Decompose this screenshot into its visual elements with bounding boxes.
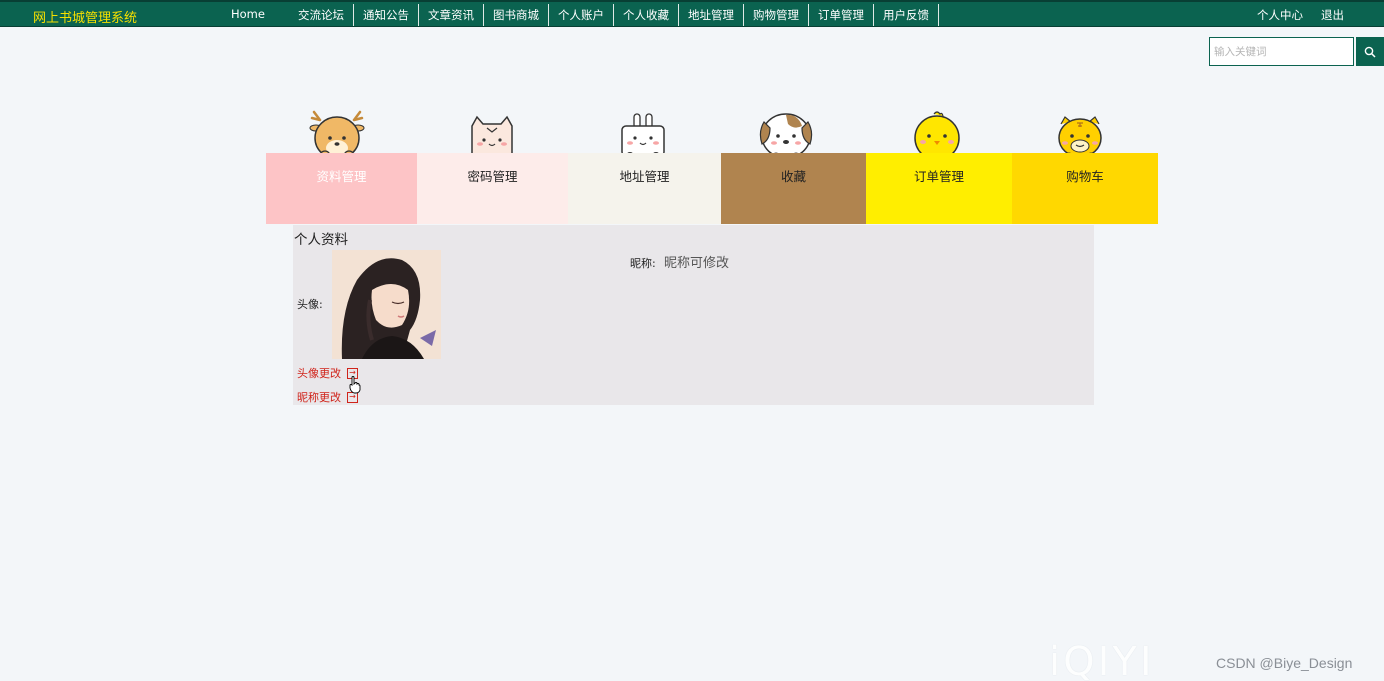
nav-account[interactable]: 个人账户 — [549, 4, 614, 26]
tile-favorites-label: 收藏 — [780, 169, 806, 184]
tile-favorites[interactable]: 收藏 — [721, 153, 866, 224]
nickname-label: 昵称: — [630, 257, 656, 270]
tile-orders[interactable]: 订单管理 — [866, 153, 1012, 224]
change-nickname-label: 昵称更改 — [297, 391, 341, 404]
avatar-portrait — [332, 250, 441, 359]
tile-password[interactable]: 密码管理 — [417, 153, 568, 224]
logout-link[interactable]: 退出 — [1321, 7, 1344, 23]
tile-profile-label: 资料管理 — [316, 169, 367, 184]
search-button[interactable] — [1356, 37, 1384, 66]
nav-favorites[interactable]: 个人收藏 — [614, 4, 679, 26]
user-center-link[interactable]: 个人中心 — [1257, 7, 1303, 23]
top-navbar: 网上书城管理系统 Home 交流论坛 通知公告 文章资讯 图书商城 个人账户 个… — [0, 0, 1384, 27]
tile-password-label: 密码管理 — [467, 169, 518, 184]
tile-orders-label: 订单管理 — [913, 169, 964, 184]
search-icon — [1364, 46, 1376, 58]
nav-forum[interactable]: 交流论坛 — [289, 4, 354, 26]
site-brand[interactable]: 网上书城管理系统 — [33, 7, 137, 26]
nav-feedback[interactable]: 用户反馈 — [874, 4, 939, 26]
tile-cart-label: 购物车 — [1066, 169, 1104, 184]
nav-orders[interactable]: 订单管理 — [809, 4, 874, 26]
hand-cursor-icon — [349, 376, 361, 394]
nav-home[interactable]: Home — [222, 4, 289, 26]
feature-tiles: 资料管理 密码管理 地址管理 收藏 订单管理 购物车 — [266, 153, 1158, 224]
nav-shopping[interactable]: 购物管理 — [744, 4, 809, 26]
change-avatar-label: 头像更改 — [297, 367, 341, 380]
panel-title: 个人资料 — [294, 232, 348, 248]
nav-notice[interactable]: 通知公告 — [354, 4, 419, 26]
main-nav: Home 交流论坛 通知公告 文章资讯 图书商城 个人账户 个人收藏 地址管理 … — [222, 4, 939, 26]
iqiyi-watermark: iQIYI — [1049, 639, 1155, 681]
nav-book-store[interactable]: 图书商城 — [484, 4, 549, 26]
csdn-watermark: CSDN @Biye_Design — [1216, 655, 1353, 671]
nav-articles[interactable]: 文章资讯 — [419, 4, 484, 26]
tile-cart[interactable]: 购物车 — [1012, 153, 1158, 224]
search-input[interactable] — [1209, 37, 1354, 66]
nav-address[interactable]: 地址管理 — [679, 4, 744, 26]
avatar — [332, 250, 441, 359]
tile-address[interactable]: 地址管理 — [568, 153, 721, 224]
avatar-label: 头像: — [297, 298, 323, 311]
tile-profile[interactable]: 资料管理 — [266, 153, 417, 224]
nickname-value: 昵称可修改 — [664, 256, 730, 271]
tile-address-label: 地址管理 — [619, 169, 670, 184]
profile-panel: 个人资料 头像: 昵称: 昵称可修改 头像更改 → 昵称更改 → — [293, 225, 1094, 405]
